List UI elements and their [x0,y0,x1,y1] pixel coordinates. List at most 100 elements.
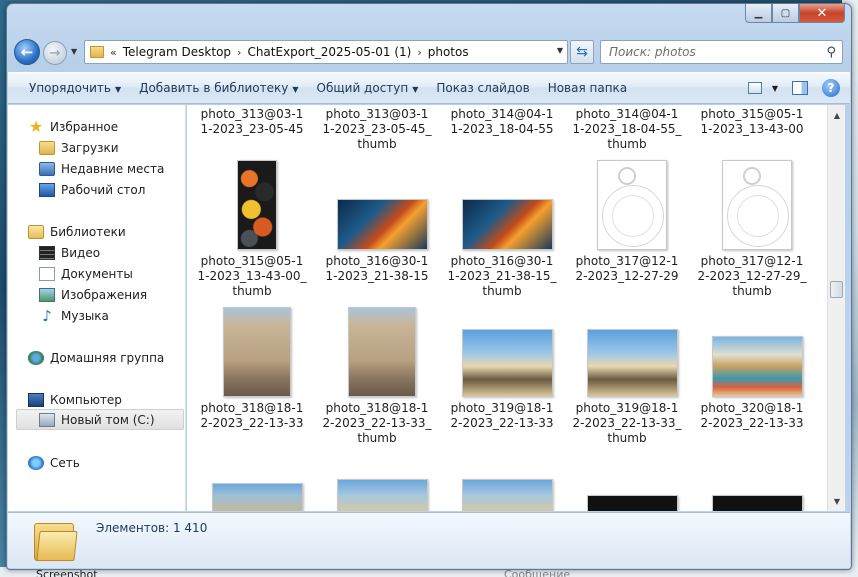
file-item[interactable]: photo_318@18-1 2-2023_22-13-33_ thumb [322,401,432,446]
document-icon [39,266,55,281]
sidebar-item-computer[interactable]: Компьютер [28,389,122,410]
navigation-row: ← → ▼ « Telegram Desktop › ChatExport_20… [7,38,851,68]
share-button[interactable]: Общий доступ ▼ [308,81,428,95]
share-label: Общий доступ [316,81,409,95]
file-name-line: thumb [232,284,272,298]
file-name-line: 2-2023_22-13-33_ [322,416,432,430]
sidebar-item-recent-places[interactable]: Недавние места [39,158,164,179]
file-item[interactable]: photo_319@18-1 2-2023_22-13-33 [447,401,557,431]
file-item[interactable]: photo_317@12-1 2-2023_12-27-29 [572,254,682,284]
sidebar-item-network[interactable]: Сеть [28,452,80,473]
photo-thumbnail-building [348,307,416,397]
file-name-line: photo_320@18-1 [700,401,804,415]
file-item[interactable]: photo_315@05-1 1-2023_13-43-00 [697,107,807,137]
sidebar-item-label: Сеть [50,455,80,470]
sidebar-item-label: Недавние места [61,161,165,176]
file-name-line: thumb [732,284,772,298]
address-overflow-chevron[interactable]: « [110,46,117,59]
breadcrumb-separator-icon[interactable]: › [237,46,241,59]
file-name-line: 2-2023_12-27-29 [575,269,679,283]
file-item[interactable]: photo_316@30-1 1-2023_21-38-15_ thumb [447,254,557,299]
address-bar[interactable]: « Telegram Desktop › ChatExport_2025-05-… [84,40,568,64]
file-item[interactable]: photo_317@12-1 2-2023_12-27-29_ thumb [697,254,807,299]
preview-pane-icon[interactable] [792,81,808,95]
sidebar-item-drive-c[interactable]: Новый том (C:) [16,409,184,430]
recent-pages-dropdown-icon[interactable]: ▼ [71,47,77,56]
file-name-line: 1-2023_13-43-00 [700,122,804,136]
vertical-scrollbar[interactable]: ▲ ▼ [827,105,845,511]
desktop-icon [39,182,55,197]
chevron-down-icon: ▼ [114,85,122,94]
file-item[interactable]: photo_314@04-1 1-2023_18-04-55 [447,107,557,137]
refresh-button[interactable]: ⇆ [570,40,594,64]
scroll-up-arrow[interactable]: ▲ [828,107,846,123]
breadcrumb-separator-icon[interactable]: › [417,46,421,59]
sidebar-item-homegroup[interactable]: Домашняя группа [28,347,164,368]
search-placeholder: Поиск: photos [609,45,696,59]
homegroup-icon [28,350,44,365]
file-item[interactable]: photo_316@30-1 1-2023_21-38-15 [322,254,432,284]
file-item[interactable]: photo_315@05-1 1-2023_13-43-00_ thumb [197,254,307,299]
sidebar-item-libraries[interactable]: Библиотеки [28,221,126,242]
file-item[interactable]: photo_318@18-1 2-2023_22-13-33 [197,401,307,431]
close-button[interactable]: ✕ [799,4,845,23]
file-item[interactable]: photo_314@04-1 1-2023_18-04-55_ thumb [572,107,682,152]
sidebar-item-favorites[interactable]: ★ Избранное [28,116,118,137]
add-to-library-button[interactable]: Добавить в библиотеку ▼ [130,81,307,95]
file-name-line: thumb [357,137,397,151]
image-icon [39,287,55,302]
file-name-line: 1-2023_21-38-15 [325,269,429,283]
organize-button[interactable]: Упорядочить ▼ [20,81,130,95]
file-name-line: photo_315@05-1 [200,254,304,268]
view-icon [747,82,762,94]
forward-button[interactable]: → [43,41,67,65]
photo-thumbnail-beach-crowd [712,336,803,397]
sidebar-item-label: Рабочий стол [61,182,146,197]
file-item[interactable]: photo_319@18-1 2-2023_22-13-33_ thumb [572,401,682,446]
photo-thumbnail-beach [462,329,553,397]
sidebar-item-label: Загрузки [61,140,119,155]
search-icon[interactable]: ⚲ [826,45,836,60]
file-item[interactable]: photo_320@18-1 2-2023_22-13-33 [697,401,807,431]
sidebar-item-desktop[interactable]: Рабочий стол [39,179,145,200]
scroll-down-arrow[interactable]: ▼ [828,493,846,509]
address-dropdown-icon[interactable]: ▼ [557,46,563,55]
downloads-folder-icon [39,140,55,155]
file-name-line: photo_313@03-1 [325,107,429,121]
file-name-line: thumb [482,284,522,298]
caption-buttons: ▁ ▢ ✕ [745,4,845,23]
breadcrumb-chatexport[interactable]: ChatExport_2025-05-01 (1) [247,45,411,59]
maximize-button[interactable]: ▢ [772,4,799,23]
minimize-button[interactable]: ▁ [745,4,772,23]
folder-icon [90,46,104,58]
sidebar-item-images[interactable]: Изображения [39,284,147,305]
help-icon[interactable]: ? [822,79,840,97]
sidebar-item-label: Музыка [61,308,109,323]
file-item[interactable]: photo_313@03-1 1-2023_23-05-45 [197,107,307,137]
file-name-line: thumb [357,431,397,445]
sidebar-item-video[interactable]: Видео [39,242,100,263]
change-view-button[interactable]: ▼ [747,82,778,94]
file-item[interactable]: photo_313@03-1 1-2023_23-05-45_ thumb [322,107,432,152]
back-button[interactable]: ← [14,39,40,65]
sidebar-item-label: Библиотеки [50,224,126,239]
photo-thumbnail-stones [237,160,277,250]
command-bar: Упорядочить ▼ Добавить в библиотеку ▼ Общи… [8,72,850,104]
sidebar-item-documents[interactable]: Документы [39,263,133,284]
search-input[interactable]: Поиск: photos ⚲ [600,40,843,64]
slideshow-button[interactable]: Показ слайдов [427,81,538,95]
sidebar-item-label: Документы [61,266,133,281]
breadcrumb-telegram-desktop[interactable]: Telegram Desktop [123,45,231,59]
scrollbar-thumb[interactable] [830,281,843,298]
network-icon [28,455,44,470]
new-folder-button[interactable]: Новая папка [539,81,636,95]
sidebar-item-music[interactable]: ♪ Музыка [39,305,109,326]
file-name-line: 1-2023_18-04-55 [450,122,554,136]
sidebar-item-downloads[interactable]: Загрузки [39,137,119,158]
file-name-line: photo_314@04-1 [575,107,679,121]
file-list: photo_313@03-1 1-2023_23-05-45 photo_313… [187,105,827,511]
file-name-line: 2-2023_22-13-33 [450,416,554,430]
folder-icon [34,519,78,561]
file-name-line: photo_318@18-1 [200,401,304,415]
breadcrumb-photos[interactable]: photos [428,45,469,59]
